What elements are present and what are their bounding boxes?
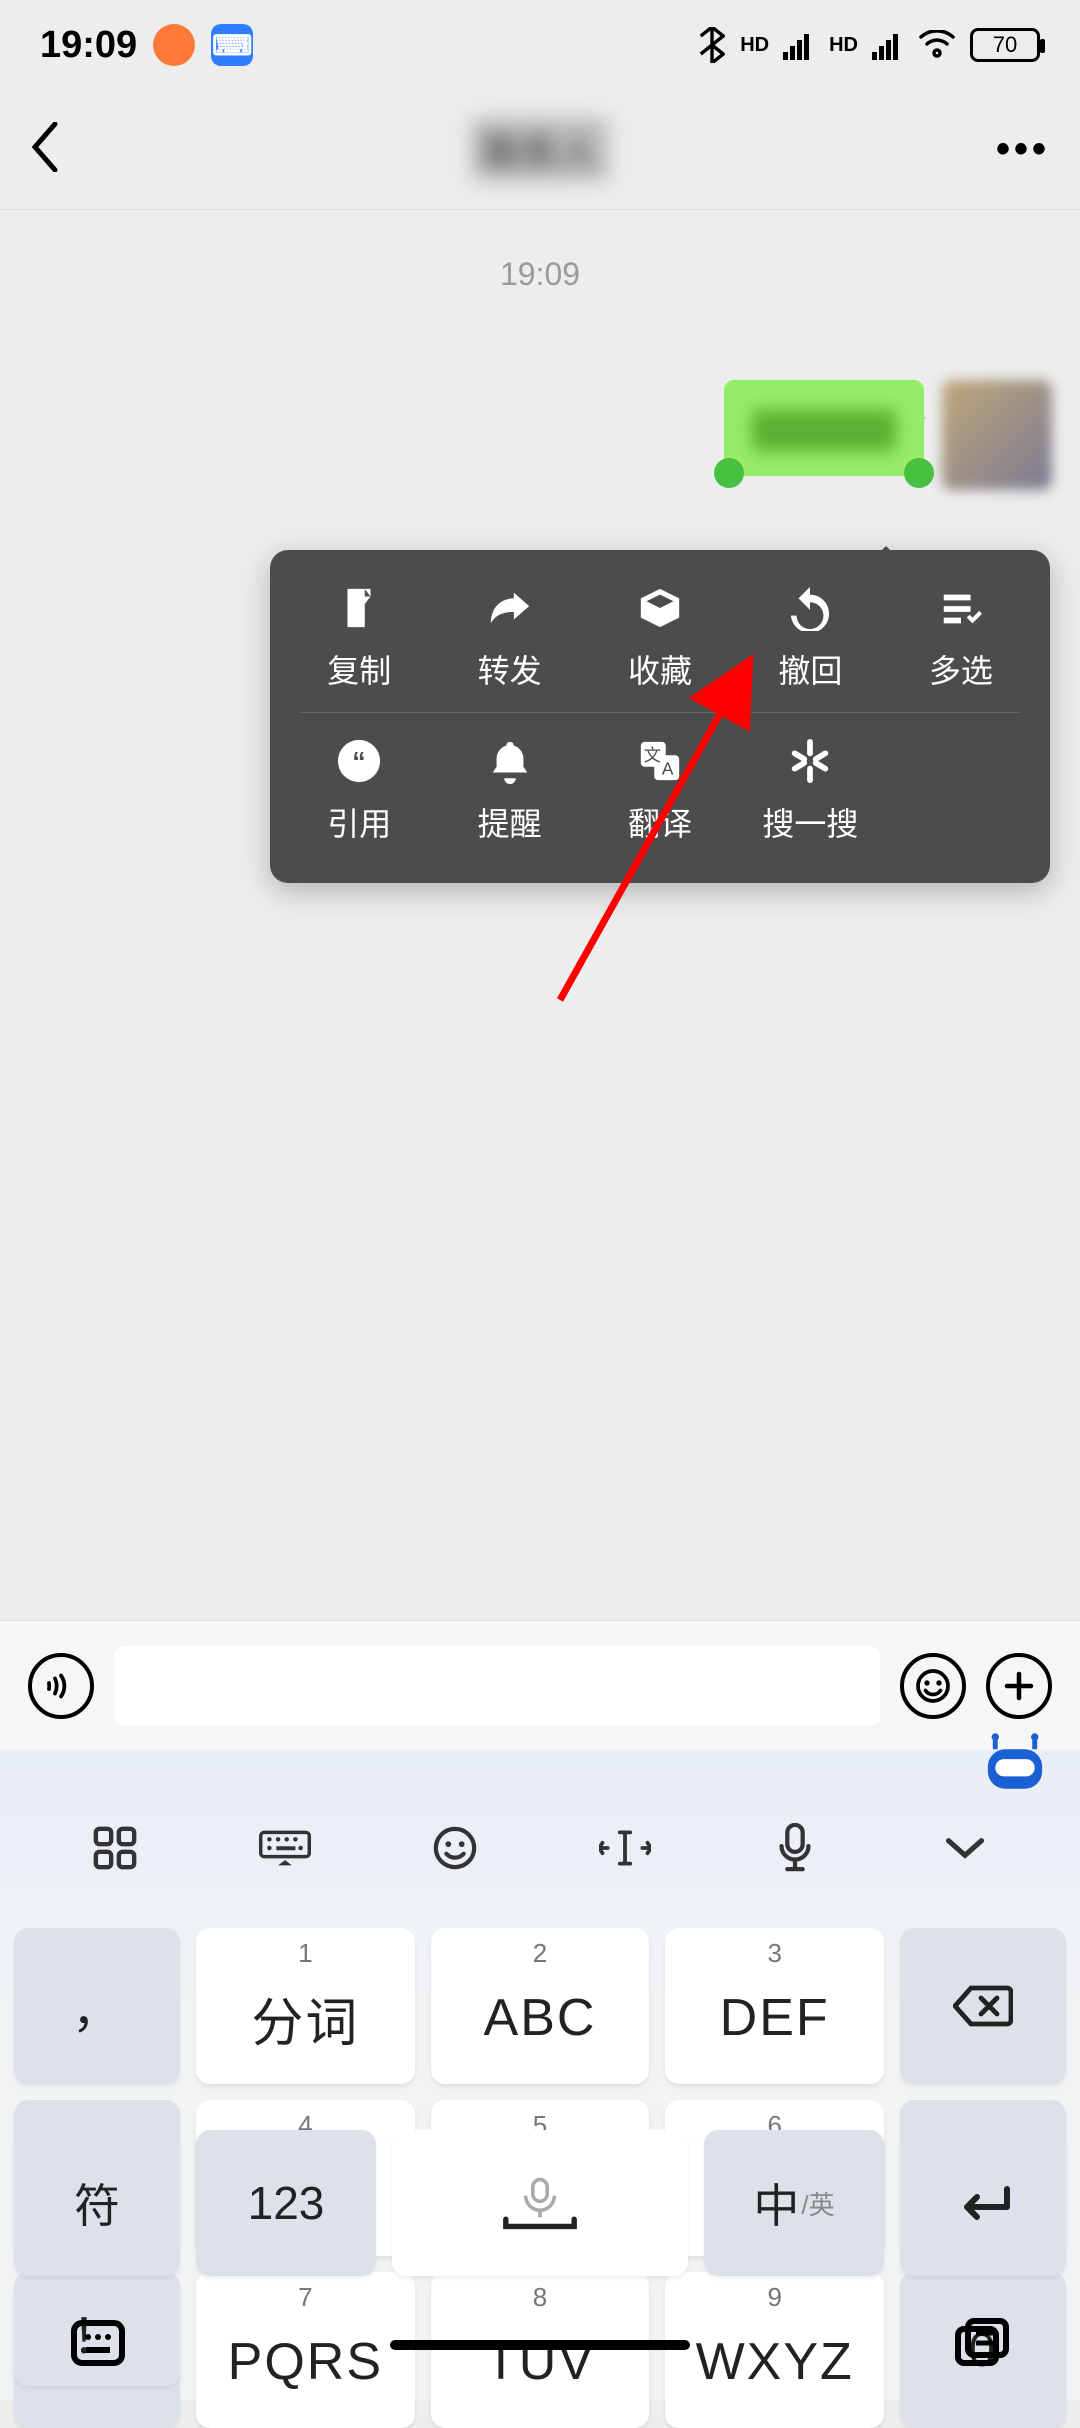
selection-handle-right[interactable] <box>904 458 934 488</box>
mic-space-icon <box>495 2175 585 2231</box>
gesture-handle[interactable] <box>390 2340 690 2350</box>
mic-icon <box>775 1823 815 1873</box>
signal-2-icon: HD <box>829 34 858 57</box>
keyboard: ， 1分词 2ABC 3DEF 。 4GHI 5JKL 6MNO 重输 ？ 7P… <box>0 1750 1080 2400</box>
status-app-2-icon: ⌨ <box>211 24 253 66</box>
status-time: 19:09 <box>40 24 137 67</box>
sound-wave-icon <box>43 1668 79 1704</box>
copy-icon <box>335 584 383 632</box>
ctx-remind-label: 提醒 <box>478 799 542 845</box>
back-button[interactable] <box>30 122 90 177</box>
forward-icon <box>486 584 534 632</box>
ctx-multiselect-label: 多选 <box>929 646 993 692</box>
ctx-copy[interactable]: 复制 <box>284 584 434 692</box>
kb-collapse-button[interactable] <box>930 1813 1000 1883</box>
kb-mic-button[interactable] <box>760 1813 830 1883</box>
key-1[interactable]: 1分词 <box>196 1928 415 2084</box>
ctx-favorite[interactable]: 收藏 <box>585 584 735 692</box>
smile-outline-icon <box>432 1825 478 1871</box>
avatar[interactable] <box>942 380 1052 490</box>
key-3[interactable]: 3DEF <box>665 1928 884 2084</box>
selection-handle-left[interactable] <box>714 458 744 488</box>
ctx-copy-label: 复制 <box>327 646 391 692</box>
kb-emoji-button[interactable] <box>420 1813 490 1883</box>
nav-bar <box>0 2290 1080 2400</box>
ctx-translate-label: 翻译 <box>628 799 692 845</box>
keyboard-icon <box>259 1828 311 1868</box>
plus-icon <box>1001 1668 1037 1704</box>
message-row: 消息文本 <box>724 380 1052 490</box>
emoji-button[interactable] <box>900 1653 966 1719</box>
grid-icon <box>92 1825 138 1871</box>
key-enter[interactable] <box>900 2130 1066 2276</box>
input-bar <box>0 1620 1080 1750</box>
ctx-multiselect[interactable]: 多选 <box>886 584 1036 692</box>
key-numbers[interactable]: 123 <box>196 2130 376 2276</box>
chat-header: 联系人 ••• <box>0 90 1080 210</box>
enter-icon <box>953 2183 1013 2223</box>
context-menu: 复制 转发 收藏 撤回 多选 “ 引用 <box>270 550 1050 883</box>
translate-icon: 文A <box>636 737 684 785</box>
ctx-recall[interactable]: 撤回 <box>735 584 885 692</box>
nav-keyboard-switch[interactable] <box>70 2318 126 2373</box>
kb-cursor-button[interactable] <box>590 1813 660 1883</box>
svg-text:A: A <box>662 758 674 778</box>
status-bar: 19:09 ⌨ HD HD 70 <box>0 0 1080 90</box>
nav-clipboard[interactable] <box>954 2318 1010 2373</box>
list-check-icon <box>937 584 985 632</box>
message-input[interactable] <box>114 1646 880 1726</box>
key-language[interactable]: 中/英 <box>704 2130 884 2276</box>
ctx-forward-label: 转发 <box>478 646 542 692</box>
svg-text:文: 文 <box>644 745 661 765</box>
status-app-1-icon <box>153 24 195 66</box>
bluetooth-icon <box>698 27 726 63</box>
ctx-recall-label: 撤回 <box>778 646 842 692</box>
smile-icon <box>915 1668 951 1704</box>
kb-apps-button[interactable] <box>80 1813 150 1883</box>
ctx-translate[interactable]: 文A 翻译 <box>585 737 735 845</box>
backspace-icon <box>953 1984 1013 2028</box>
ctx-quote-label: 引用 <box>327 799 391 845</box>
text-cursor-icon <box>599 1828 651 1868</box>
ctx-favorite-label: 收藏 <box>628 646 692 692</box>
chat-timestamp: 19:09 <box>0 210 1080 293</box>
ctx-remind[interactable]: 提醒 <box>434 737 584 845</box>
sparkle-icon <box>786 737 834 785</box>
key-backspace[interactable] <box>900 1928 1066 2084</box>
chat-area: 19:09 消息文本 复制 转发 收藏 <box>0 210 1080 1628</box>
ctx-search[interactable]: 搜一搜 <box>735 737 885 845</box>
undo-icon <box>786 584 834 632</box>
battery-icon: 70 <box>970 28 1040 62</box>
signal-bars-2-icon <box>872 30 904 60</box>
kb-keyboard-button[interactable] <box>250 1813 320 1883</box>
key-comma[interactable]: ， <box>14 1928 180 2084</box>
message-bubble[interactable]: 消息文本 <box>724 380 924 476</box>
key-space[interactable] <box>392 2130 688 2276</box>
ctx-quote[interactable]: “ 引用 <box>284 737 434 845</box>
chat-title: 联系人 <box>471 118 609 181</box>
signal-1-icon: HD <box>740 34 769 57</box>
svg-text:“: “ <box>352 747 365 777</box>
ctx-search-label: 搜一搜 <box>762 799 858 845</box>
ctx-forward[interactable]: 转发 <box>434 584 584 692</box>
ctx-divider <box>300 712 1020 713</box>
wifi-icon <box>918 30 956 60</box>
box-icon <box>636 584 684 632</box>
keyboard-assistant-icon[interactable] <box>978 1732 1052 1792</box>
voice-input-button[interactable] <box>28 1653 94 1719</box>
key-symbols[interactable]: 符 <box>14 2130 180 2276</box>
message-text: 消息文本 <box>752 410 896 451</box>
quote-icon: “ <box>335 737 383 785</box>
signal-bars-1-icon <box>783 30 815 60</box>
chevron-down-icon <box>943 1834 987 1862</box>
bell-icon <box>486 737 534 785</box>
key-2[interactable]: 2ABC <box>431 1928 650 2084</box>
more-button[interactable]: ••• <box>990 127 1050 172</box>
plus-button[interactable] <box>986 1653 1052 1719</box>
